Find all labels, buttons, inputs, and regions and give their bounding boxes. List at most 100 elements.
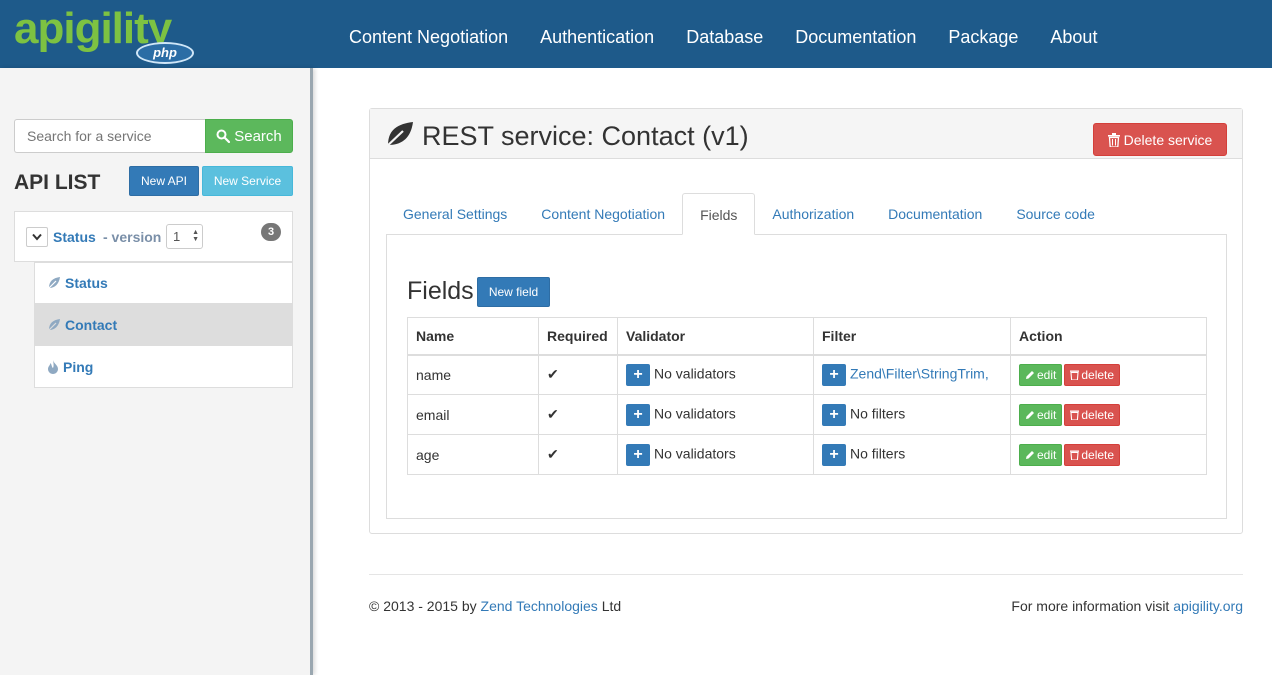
nav-about[interactable]: About [1050,0,1097,68]
edit-label: edit [1037,447,1057,462]
validator-text: No validators [654,405,736,422]
trash-icon [1107,132,1120,147]
apigility-org-link[interactable]: apigility.org [1173,598,1243,614]
service-label: Contact [65,316,118,333]
delete-field-button[interactable]: delete [1064,363,1121,386]
search-input[interactable] [14,119,205,153]
service-count-badge: 3 [261,223,281,241]
pencil-icon [1026,410,1034,419]
tab-content-negotiation[interactable]: Content Negotiation [524,193,682,235]
search-button-label: Search [234,127,282,145]
edit-field-button[interactable]: edit [1019,443,1063,466]
copyright-suffix: Ltd [601,598,622,614]
service-tabs: General Settings Content Negotiation Fie… [386,193,1112,235]
service-item-status[interactable]: Status [34,262,293,304]
field-name: age [407,434,539,475]
apigility-logo[interactable]: apigility php [14,4,204,64]
add-validator-button[interactable]: + [626,363,650,386]
service-item-contact[interactable]: Contact [34,304,293,346]
edit-label: edit [1037,407,1057,422]
trash-icon [1070,370,1080,381]
service-search: Search [14,119,293,153]
chevron-down-icon [32,233,42,241]
required-check-icon: ✔ [538,354,618,395]
collapse-toggle[interactable] [26,227,48,247]
nav-documentation[interactable]: Documentation [795,0,916,68]
add-filter-button[interactable]: + [822,403,846,426]
filter-text: No filters [850,445,906,462]
add-filter-button[interactable]: + [822,443,846,466]
table-row: age ✔ + No validators + No filters edit del… [407,434,1207,475]
main-nav: Content Negotiation Authentication Datab… [349,0,1129,68]
spinner-arrows-icon: ▲ ▼ [192,229,199,243]
delete-service-button[interactable]: Delete service [1093,123,1227,156]
version-value: 1 [173,229,181,244]
delete-field-button[interactable]: delete [1064,443,1121,466]
table-header-row: Name Required Validator Filter Action [407,317,1207,356]
api-list-title: API LIST [14,171,101,194]
add-filter-button[interactable]: + [822,363,846,386]
nav-package[interactable]: Package [948,0,1018,68]
column-header-required: Required [538,317,618,356]
trash-icon [1070,410,1080,420]
leaf-icon [384,122,413,149]
info-prefix: For more information visit [1011,598,1170,614]
validator-text: No validators [654,365,736,382]
zend-link[interactable]: Zend Technologies [481,598,598,614]
fire-icon [48,359,58,374]
filter-cell: + No filters [813,394,1011,435]
column-header-filter: Filter [813,317,1011,356]
delete-label: delete [1081,367,1115,382]
new-field-button[interactable]: New field [477,277,550,307]
tab-source-code[interactable]: Source code [999,193,1112,235]
tab-authorization[interactable]: Authorization [755,193,871,235]
api-group-status: Status - version 1 ▲ ▼ 3 [14,211,293,262]
action-cell: edit delete [1010,434,1207,475]
action-cell: edit delete [1010,394,1207,435]
version-select[interactable]: 1 ▲ ▼ [166,224,203,249]
edit-field-button[interactable]: edit [1019,363,1063,386]
delete-service-label: Delete service [1123,131,1213,148]
tab-general-settings[interactable]: General Settings [386,193,524,235]
tab-fields[interactable]: Fields [682,193,756,235]
footer-info: For more information visit apigility.org [1011,598,1243,614]
nav-authentication[interactable]: Authentication [540,0,654,68]
table-row: name ✔ + No validators + Zend\Filter\Strin… [407,354,1207,395]
delete-label: delete [1081,407,1115,422]
delete-field-button[interactable]: delete [1064,403,1121,426]
sidebar: Search API LIST New API New Service Stat… [0,68,313,675]
validator-cell: + No validators [617,354,814,395]
page-title: REST service: Contact (v1) [422,121,749,151]
column-header-action: Action [1010,317,1207,356]
search-icon [216,129,231,143]
pencil-icon [1026,450,1034,459]
tab-documentation[interactable]: Documentation [871,193,999,235]
api-name[interactable]: Status [53,229,96,245]
fields-tab-content: Fields New field Name Required Validator… [386,234,1227,519]
search-button[interactable]: Search [205,119,293,153]
filter-cell: + Zend\Filter\StringTrim, [813,354,1011,395]
add-validator-button[interactable]: + [626,403,650,426]
footer-divider [369,574,1243,575]
service-list: Status Contact Ping [34,262,293,388]
top-navbar: apigility php Content Negotiation Authen… [0,0,1272,68]
field-name: name [407,354,539,395]
required-check-icon: ✔ [538,434,618,475]
service-item-ping[interactable]: Ping [34,346,293,388]
edit-label: edit [1037,367,1057,382]
nav-database[interactable]: Database [686,0,763,68]
footer-copyright: © 2013 - 2015 by Zend Technologies Ltd [369,598,621,614]
edit-field-button[interactable]: edit [1019,403,1063,426]
nav-content-negotiation[interactable]: Content Negotiation [349,0,508,68]
copyright-prefix: © 2013 - 2015 by [369,598,477,614]
column-header-validator: Validator [617,317,814,356]
filter-link[interactable]: Zend\Filter\StringTrim, [850,365,989,381]
action-cell: edit delete [1010,354,1207,395]
filter-cell: + No filters [813,434,1011,475]
validator-text: No validators [654,445,736,462]
fields-table: Name Required Validator Filter Action na… [407,317,1207,475]
add-validator-button[interactable]: + [626,443,650,466]
new-api-button[interactable]: New API [129,166,199,196]
logo-php-badge: php [136,42,194,64]
new-service-button[interactable]: New Service [202,166,293,196]
